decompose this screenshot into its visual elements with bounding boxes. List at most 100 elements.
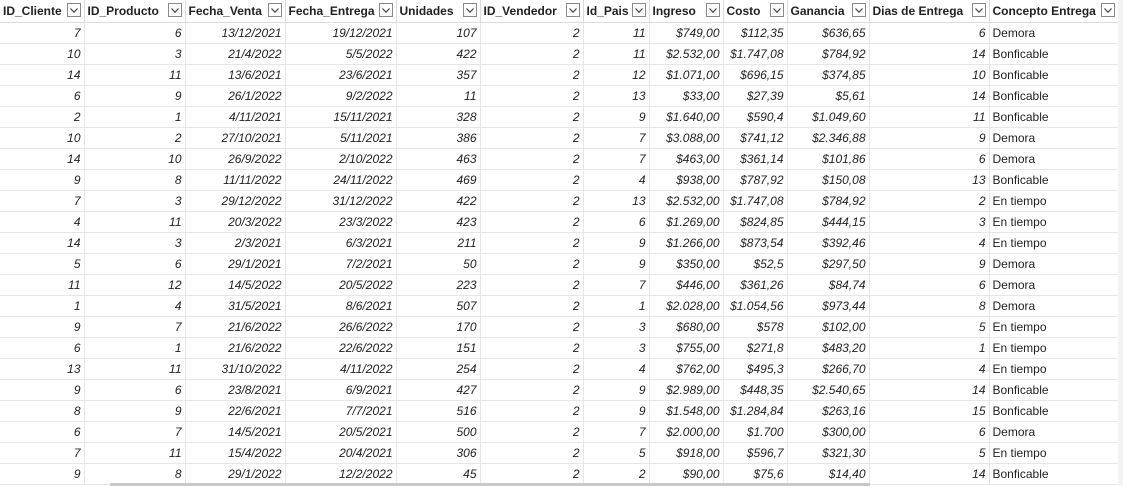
table-cell[interactable]: Demora: [989, 421, 1119, 443]
table-cell[interactable]: $102,00: [787, 316, 870, 338]
table-cell[interactable]: $1.747,08: [723, 43, 788, 65]
table-row[interactable]: 10 3 21/4/2022 5/5/2022 422 2 11 $2.532,00 $1.74…: [0, 43, 1119, 65]
table-cell[interactable]: 21/6/2022: [185, 316, 286, 338]
table-cell[interactable]: 2: [480, 358, 584, 380]
table-cell[interactable]: 1: [0, 295, 85, 317]
table-row[interactable]: 6 7 14/5/2021 20/5/2021 500 2 7 $2.000,00 $1.700…: [0, 421, 1119, 443]
table-cell[interactable]: 507: [396, 295, 481, 317]
table-cell[interactable]: 3: [84, 190, 186, 212]
table-cell[interactable]: 13/12/2021: [185, 22, 286, 44]
table-cell[interactable]: 2: [480, 295, 584, 317]
table-cell[interactable]: 9: [583, 232, 650, 254]
table-cell[interactable]: $2.532,00: [649, 190, 724, 212]
table-cell[interactable]: 2: [480, 442, 584, 464]
column-header[interactable]: Fecha_Venta: [185, 0, 286, 23]
table-cell[interactable]: $1.700: [723, 421, 788, 443]
table-cell[interactable]: 6: [84, 379, 186, 401]
table-cell[interactable]: 10: [869, 64, 990, 86]
table-cell[interactable]: En tiempo: [989, 211, 1119, 233]
table-cell[interactable]: $448,35: [723, 379, 788, 401]
table-cell[interactable]: 27/10/2021: [185, 127, 286, 149]
table-cell[interactable]: Bonficable: [989, 400, 1119, 422]
table-cell[interactable]: 7/7/2021: [285, 400, 397, 422]
column-header[interactable]: Costo: [723, 0, 788, 23]
filter-dropdown-icon[interactable]: [66, 3, 81, 17]
table-cell[interactable]: 4: [583, 169, 650, 191]
table-row[interactable]: 7 11 15/4/2022 20/4/2021 306 2 5 $918,00 $596,7 $…: [0, 442, 1119, 464]
table-cell[interactable]: $2.346,88: [787, 127, 870, 149]
table-cell[interactable]: 151: [396, 337, 481, 359]
table-cell[interactable]: 2: [869, 190, 990, 212]
table-cell[interactable]: 423: [396, 211, 481, 233]
table-row[interactable]: 6 1 21/6/2022 22/6/2022 151 2 3 $755,00 $271,8 $4…: [0, 337, 1119, 359]
table-cell[interactable]: $374,85: [787, 64, 870, 86]
table-cell[interactable]: 357: [396, 64, 481, 86]
table-cell[interactable]: 31/10/2022: [185, 358, 286, 380]
table-cell[interactable]: $271,8: [723, 337, 788, 359]
table-cell[interactable]: 15: [869, 400, 990, 422]
table-cell[interactable]: 5: [869, 442, 990, 464]
column-header[interactable]: Fecha_Entrega: [285, 0, 397, 23]
table-cell[interactable]: $938,00: [649, 169, 724, 191]
table-cell[interactable]: En tiempo: [989, 358, 1119, 380]
table-row[interactable]: 4 11 20/3/2022 23/3/2022 423 2 6 $1.269,00 $824,…: [0, 211, 1119, 233]
table-cell[interactable]: 11: [583, 22, 650, 44]
table-cell[interactable]: 4: [84, 295, 186, 317]
table-row[interactable]: 1 4 31/5/2021 8/6/2021 507 2 1 $2.028,00 $1.054,…: [0, 295, 1119, 317]
table-cell[interactable]: 24/11/2022: [285, 169, 397, 191]
table-cell[interactable]: $2.532,00: [649, 43, 724, 65]
filter-dropdown-icon[interactable]: [631, 3, 646, 17]
table-cell[interactable]: $973,44: [787, 295, 870, 317]
table-cell[interactable]: $27,39: [723, 85, 788, 107]
table-cell[interactable]: 14: [0, 148, 85, 170]
table-cell[interactable]: $266,70: [787, 358, 870, 380]
table-cell[interactable]: Bonficable: [989, 463, 1119, 485]
table-cell[interactable]: 7: [583, 148, 650, 170]
table-cell[interactable]: 2: [480, 106, 584, 128]
table-cell[interactable]: 15/4/2022: [185, 442, 286, 464]
table-cell[interactable]: 1: [84, 337, 186, 359]
table-cell[interactable]: $90,00: [649, 463, 724, 485]
table-cell[interactable]: 2: [480, 337, 584, 359]
filter-dropdown-icon[interactable]: [851, 3, 866, 17]
table-cell[interactable]: 11/11/2022: [185, 169, 286, 191]
table-row[interactable]: 6 9 26/1/2022 9/2/2022 11 2 13 $33,00 $27,39 $5,6…: [0, 85, 1119, 107]
table-cell[interactable]: 19/12/2021: [285, 22, 397, 44]
table-cell[interactable]: 2: [84, 127, 186, 149]
table-row[interactable]: 9 6 23/8/2021 6/9/2021 427 2 9 $2.989,00 $448,35…: [0, 379, 1119, 401]
table-cell[interactable]: $444,15: [787, 211, 870, 233]
table-cell[interactable]: $300,00: [787, 421, 870, 443]
table-cell[interactable]: 31/12/2022: [285, 190, 397, 212]
table-cell[interactable]: 2: [480, 400, 584, 422]
table-cell[interactable]: Bonficable: [989, 43, 1119, 65]
table-cell[interactable]: Bonficable: [989, 64, 1119, 86]
table-cell[interactable]: 500: [396, 421, 481, 443]
table-cell[interactable]: $787,92: [723, 169, 788, 191]
table-cell[interactable]: 6: [869, 274, 990, 296]
table-cell[interactable]: $1.269,00: [649, 211, 724, 233]
table-row[interactable]: 9 8 29/1/2022 12/2/2022 45 2 2 $90,00 $75,6 $14,4…: [0, 463, 1119, 485]
table-cell[interactable]: 7: [84, 421, 186, 443]
table-cell[interactable]: 1: [84, 106, 186, 128]
table-cell[interactable]: $741,12: [723, 127, 788, 149]
table-row[interactable]: 11 12 14/5/2022 20/5/2022 223 2 7 $446,00 $361,2…: [0, 274, 1119, 296]
table-cell[interactable]: 12/2/2022: [285, 463, 397, 485]
table-cell[interactable]: $463,00: [649, 148, 724, 170]
table-cell[interactable]: 11: [84, 64, 186, 86]
table-cell[interactable]: 386: [396, 127, 481, 149]
column-header[interactable]: Concepto Entrega: [989, 0, 1119, 23]
table-cell[interactable]: 6/9/2021: [285, 379, 397, 401]
table-cell[interactable]: $263,16: [787, 400, 870, 422]
table-cell[interactable]: 8: [84, 169, 186, 191]
table-cell[interactable]: $918,00: [649, 442, 724, 464]
table-cell[interactable]: 6: [583, 211, 650, 233]
table-cell[interactable]: En tiempo: [989, 232, 1119, 254]
table-cell[interactable]: 2: [480, 211, 584, 233]
table-cell[interactable]: $1.640,00: [649, 106, 724, 128]
table-cell[interactable]: 2: [480, 148, 584, 170]
table-cell[interactable]: 516: [396, 400, 481, 422]
table-cell[interactable]: 21/4/2022: [185, 43, 286, 65]
table-cell[interactable]: 9: [869, 253, 990, 275]
table-cell[interactable]: 7: [583, 127, 650, 149]
table-cell[interactable]: 2: [480, 169, 584, 191]
